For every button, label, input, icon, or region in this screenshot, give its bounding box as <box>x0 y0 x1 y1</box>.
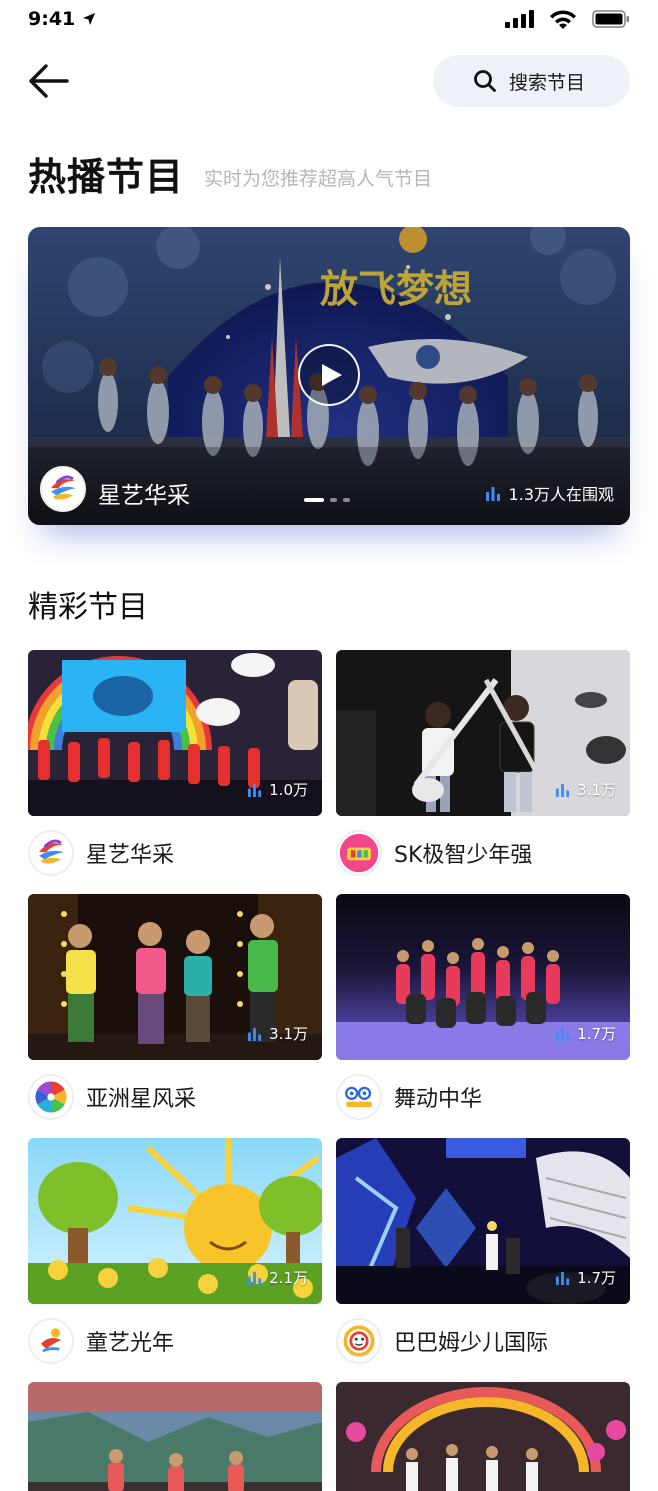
babamu-logo-icon <box>336 1318 382 1364</box>
program-meta: 童艺光年 <box>28 1318 322 1364</box>
banner-channel-name: 星艺华采 <box>98 483 190 509</box>
program-card[interactable] <box>336 1382 630 1491</box>
program-card[interactable]: 3.1万 SK极智少年强 <box>336 650 630 876</box>
popularity-bars-icon <box>248 1271 262 1285</box>
program-meta: 星艺华采 <box>28 830 322 876</box>
view-count-text: 3.1万 <box>577 781 616 799</box>
carousel-dot[interactable] <box>343 498 350 502</box>
location-arrow-icon <box>83 13 95 25</box>
program-meta: 亚洲星风采 <box>28 1074 322 1120</box>
program-card[interactable]: 3.1万 亚洲星风采 <box>28 894 322 1120</box>
program-card[interactable]: 1.0万 星艺华采 <box>28 650 322 876</box>
popularity-bars-icon <box>248 1027 262 1041</box>
search-label: 搜索节目 <box>509 71 586 94</box>
program-name: 巴巴姆少儿国际 <box>394 1331 549 1356</box>
view-count: 1.7万 <box>555 1267 616 1288</box>
program-thumbnail: 1.0万 <box>28 650 322 816</box>
dance-logo-icon <box>336 1074 382 1120</box>
program-name: SK极智少年强 <box>394 843 533 868</box>
program-thumbnail <box>28 1382 322 1491</box>
play-button[interactable] <box>298 344 360 406</box>
featured-section-title: 精彩节目 <box>28 590 148 625</box>
carousel-indicator <box>304 498 350 502</box>
back-button[interactable] <box>28 62 70 100</box>
view-count: 3.1万 <box>247 1023 308 1044</box>
carousel-dot[interactable] <box>330 498 337 502</box>
hot-section-subtitle: 实时为您推荐超高人气节目 <box>204 168 433 190</box>
featured-banner[interactable]: 放飞梦想 星艺华采 1.3万人在围观 <box>28 227 630 525</box>
status-bar: 9:41 <box>0 0 658 40</box>
program-thumbnail: 1.7万 <box>336 1138 630 1304</box>
popularity-bars-icon <box>556 1027 570 1041</box>
program-name: 星艺华采 <box>86 843 175 868</box>
view-count: 1.0万 <box>247 779 308 800</box>
view-count-text: 1.7万 <box>577 1269 616 1287</box>
wifi-icon <box>550 10 576 29</box>
view-count-text: 1.7万 <box>577 1025 616 1043</box>
tongyi-logo-icon <box>28 1318 74 1364</box>
program-thumbnail: 3.1万 <box>28 894 322 1060</box>
view-count: 1.7万 <box>555 1023 616 1044</box>
search-button[interactable]: 搜索节目 <box>433 55 630 107</box>
view-count-text: 3.1万 <box>269 1025 308 1043</box>
popularity-bars-icon <box>556 1271 570 1285</box>
program-image <box>336 1382 630 1491</box>
play-icon <box>322 364 342 386</box>
banner-viewer-count: 1.3万人在围观 <box>485 481 614 505</box>
battery-icon <box>592 10 629 28</box>
program-meta: 舞动中华 <box>336 1074 630 1120</box>
pinwheel-logo-icon <box>28 1074 74 1120</box>
cellular-signal-icon <box>505 10 534 28</box>
popularity-bars-icon <box>556 783 570 797</box>
program-name: 亚洲星风采 <box>86 1087 197 1112</box>
view-count: 3.1万 <box>555 779 616 800</box>
view-count-text: 2.1万 <box>269 1269 308 1287</box>
program-thumbnail <box>336 1382 630 1491</box>
program-card[interactable]: 2.1万 童艺光年 <box>28 1138 322 1364</box>
program-thumbnail: 1.7万 <box>336 894 630 1060</box>
xingyi-logo-icon <box>28 830 74 876</box>
program-name: 舞动中华 <box>394 1087 483 1112</box>
program-thumbnail: 3.1万 <box>336 650 630 816</box>
viewer-count-text: 1.3万人在围观 <box>508 485 614 504</box>
program-card[interactable]: 1.7万 舞动中华 <box>336 894 630 1120</box>
program-card[interactable] <box>28 1382 322 1491</box>
xingyi-logo-icon <box>49 475 77 503</box>
banner-channel-logo <box>40 466 86 512</box>
popularity-bars-icon <box>248 783 262 797</box>
hot-section-title: 热播节目 <box>28 155 185 199</box>
popularity-bars-icon <box>485 487 500 501</box>
view-count-text: 1.0万 <box>269 781 308 799</box>
back-arrow-icon <box>29 64 69 98</box>
program-image <box>28 1382 322 1491</box>
view-count: 2.1万 <box>247 1267 308 1288</box>
program-card[interactable]: 1.7万 巴巴姆少儿国际 <box>336 1138 630 1364</box>
program-thumbnail: 2.1万 <box>28 1138 322 1304</box>
program-meta: 巴巴姆少儿国际 <box>336 1318 630 1364</box>
sk-logo-icon <box>336 830 382 876</box>
program-name: 童艺光年 <box>86 1331 175 1356</box>
carousel-dot-active[interactable] <box>304 498 324 502</box>
search-icon <box>474 70 496 92</box>
status-time: 9:41 <box>28 8 76 30</box>
program-meta: SK极智少年强 <box>336 830 630 876</box>
